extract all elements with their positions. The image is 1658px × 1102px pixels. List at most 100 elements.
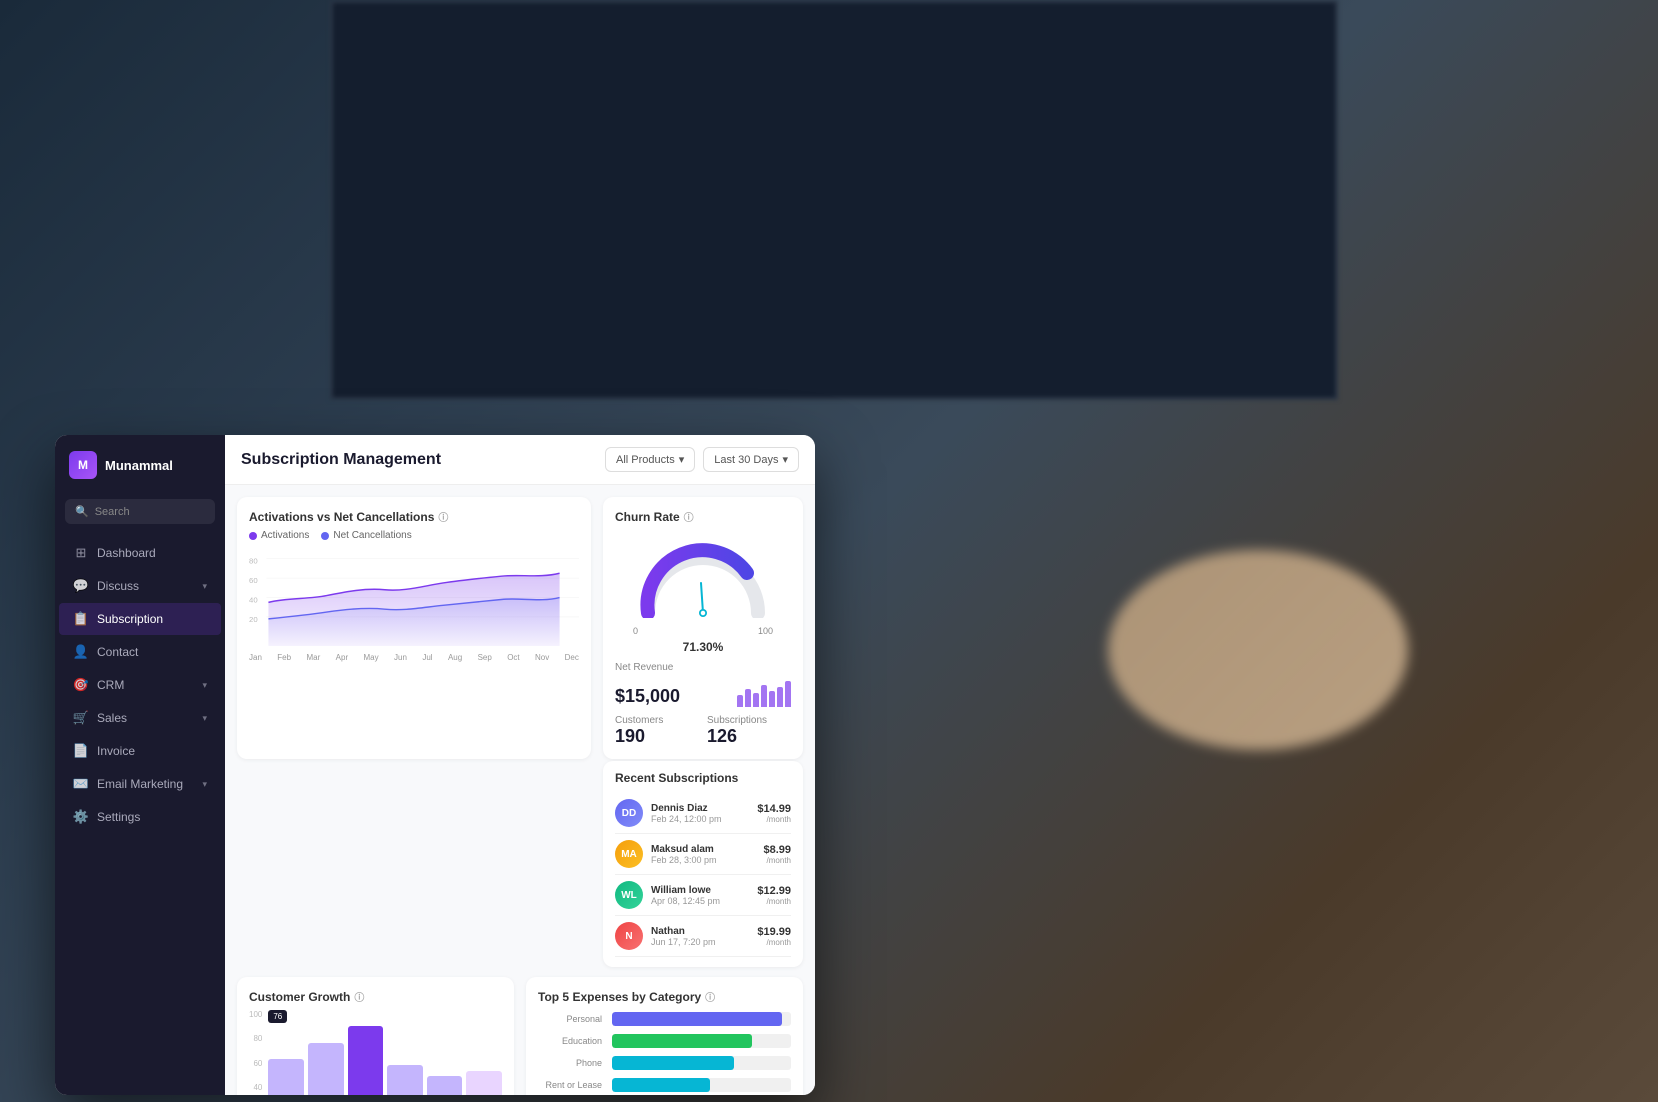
customer-growth-card: Customer Growth ⓘ 10080604020 76 [237, 977, 514, 1095]
line-chart-legend: Activations Net Cancellations [249, 530, 579, 541]
sidebar: M Munammal 🔍 Search ⊞ Dashboard 💬 Discus… [55, 435, 225, 1095]
subscriber-date: Jun 17, 7:20 pm [651, 937, 749, 947]
subscriber-period: /month [763, 856, 791, 865]
metrics-pair: Customers 190 Subscriptions 126 [615, 715, 791, 747]
bar-highlighted [348, 1026, 384, 1095]
y-axis-labels: 10080604020 [249, 1010, 262, 1095]
horiz-bar-track [612, 1078, 791, 1092]
customer-growth-title: Customer Growth ⓘ [249, 989, 502, 1004]
subscriber-info: Nathan Jun 17, 7:20 pm [651, 926, 749, 947]
subscriber-avatar: N [615, 922, 643, 950]
subscriber-name: Maksud alam [651, 844, 755, 855]
bar-highlight-badge: 76 [268, 1010, 287, 1023]
subscriber-price-block: $14.99 /month [757, 803, 791, 824]
expenses-title: Top 5 Expenses by Category ⓘ [538, 989, 791, 1004]
ui-window: M Munammal 🔍 Search ⊞ Dashboard 💬 Discus… [55, 435, 815, 1095]
sidebar-item-label: Sales [97, 711, 127, 725]
app-name: Munammal [105, 458, 173, 473]
filter-products-button[interactable]: All Products ▾ [605, 447, 695, 472]
legend-dot-activations [249, 532, 257, 540]
horizontal-bar-list: Personal Education Phone [538, 1012, 791, 1095]
bottom-grid: Customer Growth ⓘ 10080604020 76 [225, 977, 815, 1095]
subscriber-date: Apr 08, 12:45 pm [651, 896, 749, 906]
chevron-down-icon: ▾ [679, 453, 685, 466]
svg-text:60: 60 [249, 576, 258, 585]
info-icon: ⓘ [438, 509, 448, 524]
main-content: Subscription Management All Products ▾ L… [225, 435, 815, 1095]
gauge-container: 0 100 71.30% [615, 530, 791, 654]
sidebar-item-crm[interactable]: 🎯 CRM ▾ [59, 669, 221, 701]
sidebar-item-label: Settings [97, 810, 140, 824]
sidebar-logo: M Munammal [55, 435, 225, 495]
filter-period-button[interactable]: Last 30 Days ▾ [703, 447, 799, 472]
bar [427, 1076, 463, 1095]
sidebar-item-label: Discuss [97, 579, 139, 593]
monitor-frame [330, 0, 1338, 400]
dashboard-icon: ⊞ [73, 545, 89, 561]
horiz-bar-fill [612, 1034, 752, 1048]
sidebar-item-label: CRM [97, 678, 124, 692]
subscriber-avatar: WL [615, 881, 643, 909]
gauge-labels: 0 100 [633, 626, 773, 636]
chevron-down-icon: ▾ [202, 581, 207, 592]
customers-value: 190 [615, 726, 699, 747]
sales-icon: 🛒 [73, 710, 89, 726]
bar [268, 1059, 304, 1095]
subscriptions-value: 126 [707, 726, 791, 747]
subscriber-date: Feb 28, 3:00 pm [651, 855, 755, 865]
sidebar-item-email-marketing[interactable]: ✉️ Email Marketing ▾ [59, 768, 221, 800]
horiz-bar-fill [612, 1012, 782, 1026]
sidebar-item-sales[interactable]: 🛒 Sales ▾ [59, 702, 221, 734]
search-bar[interactable]: 🔍 Search [65, 499, 215, 524]
sidebar-item-label: Contact [97, 645, 138, 659]
subscriber-name: William lowe [651, 885, 749, 896]
customers-label: Customers [615, 715, 699, 726]
subscriber-price: $19.99 [757, 926, 791, 938]
bar-group: Mar [348, 1026, 384, 1095]
sidebar-item-contact[interactable]: 👤 Contact [59, 636, 221, 668]
bar-group: Apr [387, 1065, 423, 1095]
subscriber-price-block: $19.99 /month [757, 926, 791, 947]
subscriber-price: $14.99 [757, 803, 791, 815]
horiz-bar-track [612, 1056, 791, 1070]
info-icon: ⓘ [354, 989, 364, 1004]
mini-bar [769, 691, 775, 707]
horiz-bar-item-personal: Personal [538, 1012, 791, 1026]
sidebar-item-settings[interactable]: ⚙️ Settings [59, 801, 221, 833]
legend-dot-cancellations [321, 532, 329, 540]
sidebar-item-discuss[interactable]: 💬 Discuss ▾ [59, 570, 221, 602]
sidebar-item-invoice[interactable]: 📄 Invoice [59, 735, 221, 767]
sidebar-item-label: Subscription [97, 612, 163, 626]
invoice-icon: 📄 [73, 743, 89, 759]
app-logo-icon: M [69, 451, 97, 479]
subscriber-period: /month [757, 815, 791, 824]
horiz-bar-item-education: Education [538, 1034, 791, 1048]
line-chart-svg: 80 60 40 20 [249, 549, 579, 646]
horiz-bar-label: Rent or Lease [538, 1080, 608, 1090]
search-icon: 🔍 [75, 505, 89, 518]
info-icon: ⓘ [705, 989, 715, 1004]
email-icon: ✉️ [73, 776, 89, 792]
horiz-bar-track [612, 1034, 791, 1048]
main-header: Subscription Management All Products ▾ L… [225, 435, 815, 485]
subscription-icon: 📋 [73, 611, 89, 627]
bar-group: Jan [268, 1059, 304, 1095]
right-panel: Churn Rate ⓘ [603, 497, 803, 759]
bar [466, 1071, 502, 1095]
sidebar-item-subscription[interactable]: 📋 Subscription [59, 603, 221, 635]
recent-subscriptions-section: Recent Subscriptions DD Dennis Diaz Feb … [225, 771, 815, 967]
sidebar-nav: ⊞ Dashboard 💬 Discuss ▾ 📋 Subscription 👤… [55, 536, 225, 1095]
subscriptions-label: Subscriptions [707, 715, 791, 726]
horiz-bar-label: Phone [538, 1058, 608, 1068]
subscriber-price: $8.99 [763, 844, 791, 856]
search-placeholder: Search [95, 506, 130, 518]
svg-text:80: 80 [249, 557, 258, 566]
sidebar-item-dashboard[interactable]: ⊞ Dashboard [59, 537, 221, 569]
line-chart-area: 80 60 40 20 [249, 549, 579, 649]
mini-bar [745, 689, 751, 707]
recent-subscriptions-title: Recent Subscriptions [615, 771, 791, 785]
sidebar-item-label: Dashboard [97, 546, 156, 560]
bar-chart-with-yaxis: 10080604020 76 Jan [249, 1010, 502, 1095]
chevron-down-icon: ▾ [782, 453, 788, 466]
sidebar-item-label: Email Marketing [97, 777, 183, 791]
